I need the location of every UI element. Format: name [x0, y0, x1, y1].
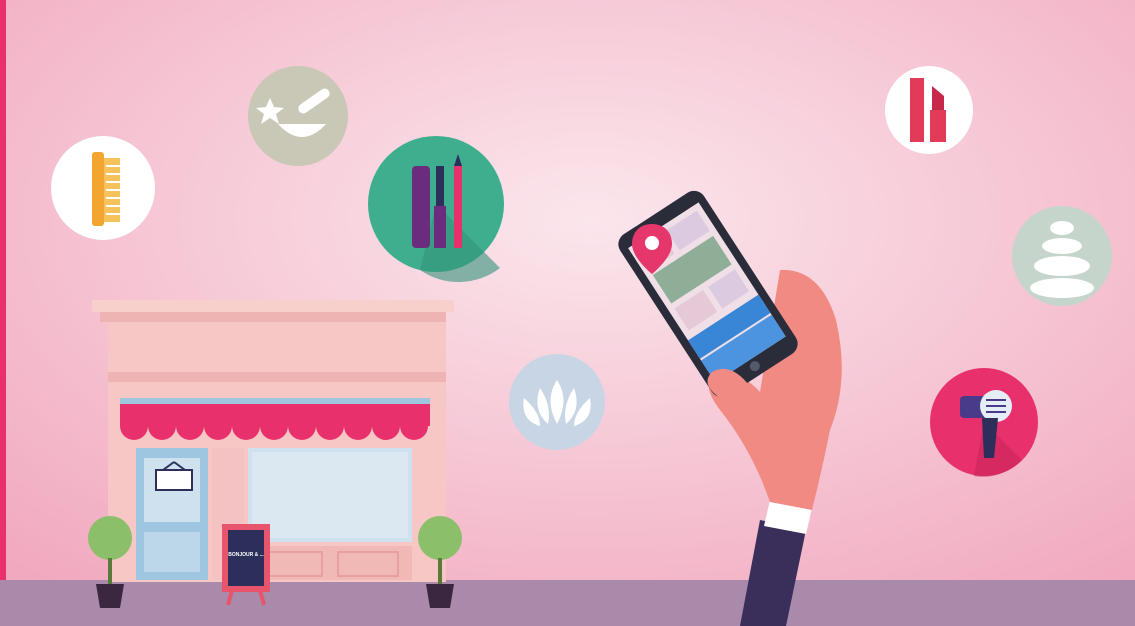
beauty-salon-illustration: BONJOUR & ...	[0, 0, 1135, 626]
spa-stones-icon	[1012, 206, 1112, 306]
lipstick-icon	[885, 66, 973, 154]
comb-icon	[51, 136, 155, 240]
lotus-icon	[509, 354, 605, 450]
hair-dryer-icon	[930, 368, 1038, 477]
shop-front	[92, 300, 454, 582]
mortar-pestle-icon	[248, 66, 348, 166]
left-accent-stripe	[0, 0, 6, 626]
ground	[0, 580, 1135, 626]
sidewalk-board-text: BONJOUR & ...	[228, 552, 264, 558]
